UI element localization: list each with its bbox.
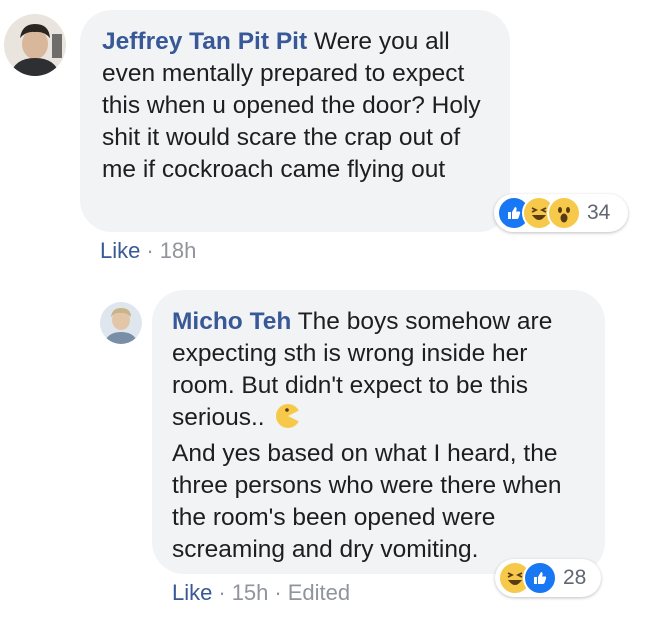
timestamp[interactable]: 18h [160, 238, 197, 263]
separator-dot: · [274, 580, 282, 605]
reaction-count: 28 [563, 566, 587, 589]
comment-bubble: Micho Teh The boys somehow are expecting… [152, 290, 605, 574]
comment-meta: Like · 15h · Edited [172, 580, 350, 606]
avatar[interactable] [100, 302, 142, 344]
reactions-summary[interactable]: 34 [494, 194, 628, 232]
avatar[interactable] [4, 14, 66, 76]
comment-text: Jeffrey Tan Pit Pit Were you all even me… [102, 26, 488, 186]
comment-meta: Like · 18h [100, 238, 196, 264]
edited-label[interactable]: Edited [288, 580, 350, 605]
like-link[interactable]: Like [172, 580, 212, 605]
reactions-summary[interactable]: 28 [495, 559, 601, 597]
comment-text: Micho Teh The boys somehow are expecting… [172, 306, 585, 566]
wow-icon [547, 196, 581, 230]
pacman-emoji-icon [275, 403, 301, 438]
separator-dot: · [218, 580, 226, 605]
comment-author[interactable]: Micho Teh [172, 308, 291, 335]
comment-author[interactable]: Jeffrey Tan Pit Pit [102, 28, 307, 55]
comment-body-continued: And yes based on what I heard, the three… [172, 440, 569, 563]
like-link[interactable]: Like [100, 238, 140, 263]
like-icon [523, 561, 557, 595]
separator-dot: · [146, 238, 154, 263]
comment-bubble: Jeffrey Tan Pit Pit Were you all even me… [80, 10, 510, 232]
reaction-count: 34 [587, 201, 611, 224]
timestamp[interactable]: 15h [232, 580, 269, 605]
